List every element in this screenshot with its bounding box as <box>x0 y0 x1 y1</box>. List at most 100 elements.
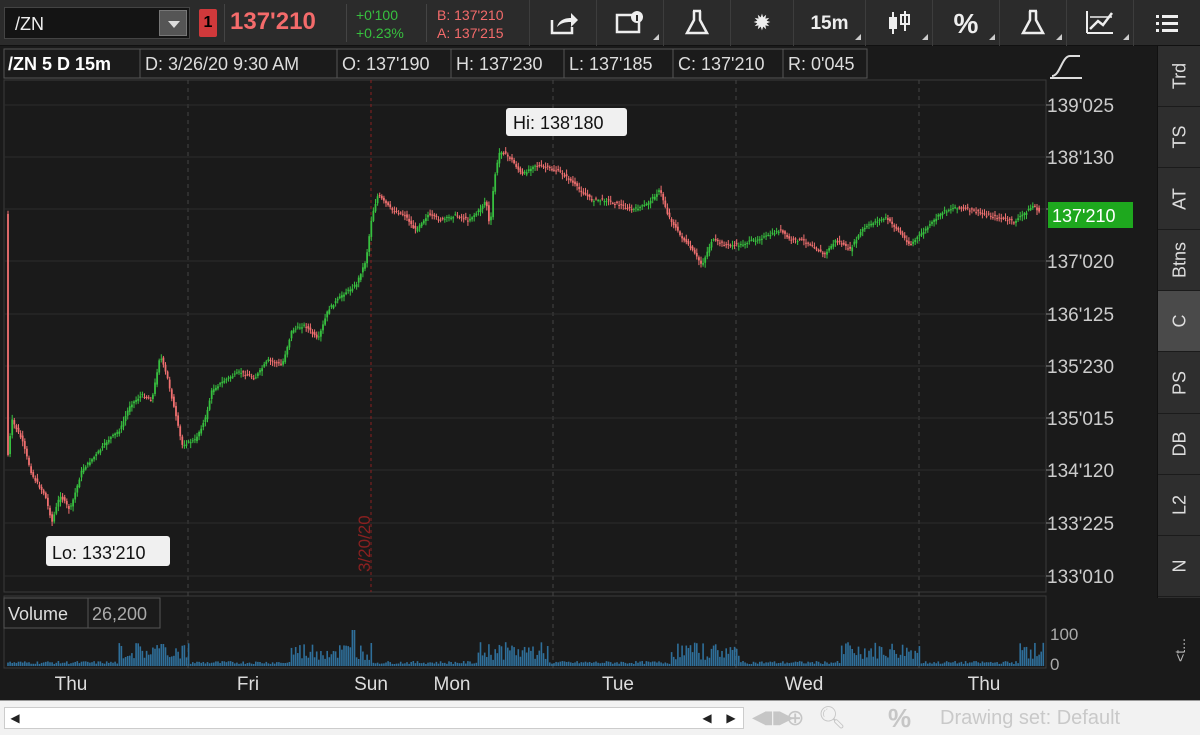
volume-bar <box>439 661 442 666</box>
candle-body <box>845 243 847 246</box>
studies-button[interactable] <box>663 0 730 46</box>
volume-bar <box>607 661 610 666</box>
crosshair-icon[interactable]: ⊕ <box>786 705 804 731</box>
candle-body <box>767 234 770 236</box>
candle-body <box>540 164 543 166</box>
symbol-period-label: /ZN 5 D 15m <box>8 54 111 74</box>
tab-l2[interactable]: L2 <box>1158 475 1200 537</box>
volume-bar <box>576 661 578 666</box>
candle-body <box>882 219 885 221</box>
volume-axis-tick: 100 <box>1050 625 1078 644</box>
tab-trd[interactable]: Trd <box>1158 46 1200 107</box>
candle-body <box>605 201 608 203</box>
panel-collapse-toggle[interactable]: <t... <box>1160 620 1200 680</box>
net-change: +0'100 <box>356 7 398 23</box>
volume-bar <box>93 661 95 666</box>
candle-body <box>437 219 440 221</box>
tab-c[interactable]: C <box>1158 291 1200 353</box>
tab-ts[interactable]: TS <box>1158 107 1200 169</box>
scroll-left-icon[interactable]: ◀ <box>7 708 23 728</box>
volume-bar <box>309 651 312 666</box>
volume-bar <box>145 650 148 666</box>
candle-body <box>488 205 490 222</box>
candle-body <box>124 415 127 422</box>
scroll-right-icon[interactable]: ▶ <box>723 708 739 728</box>
candle-body <box>580 190 583 193</box>
candle-body <box>359 274 362 280</box>
link-group-badge[interactable]: 1 <box>199 9 217 37</box>
horizontal-scrollbar[interactable]: ◀ ◀ ▶ <box>4 707 744 729</box>
volume-bar <box>677 643 679 666</box>
volume-bar <box>114 661 116 666</box>
price-chart[interactable]: 3/20/20 139'025 138'130 137'020 136'125 135'… <box>0 46 1155 698</box>
volume-bar <box>1015 661 1017 666</box>
candle-body <box>912 241 914 244</box>
volume-bar <box>368 659 370 666</box>
candle-body <box>135 400 137 402</box>
volume-bar <box>876 658 879 666</box>
candle-body <box>908 241 910 244</box>
menu-button[interactable] <box>1133 0 1200 46</box>
candle-body <box>229 377 232 379</box>
tab-at[interactable]: AT <box>1158 168 1200 230</box>
volume-bar <box>912 658 914 666</box>
volume-bar <box>21 662 24 666</box>
volume-bar <box>824 661 826 666</box>
candle-body <box>761 238 763 240</box>
volume-bar <box>1029 649 1032 666</box>
volume-bar <box>137 643 139 666</box>
candle-body <box>341 295 343 298</box>
candle-body <box>265 361 268 364</box>
candle-body <box>649 200 652 204</box>
symbol-dropdown-button[interactable] <box>159 10 187 36</box>
candle-body <box>395 210 398 212</box>
candle-body <box>166 371 169 379</box>
candle-body <box>847 248 849 250</box>
symbol-selector[interactable]: /ZN <box>4 7 190 39</box>
candle-body <box>607 199 610 201</box>
percentage-button[interactable]: % <box>932 0 999 46</box>
timeframe-button[interactable]: 15m <box>793 0 865 46</box>
share-button[interactable] <box>529 0 596 46</box>
chart-info-button[interactable] <box>596 0 663 46</box>
volume-bar <box>775 663 778 666</box>
volume-bar <box>28 662 30 666</box>
zoom-icon[interactable]: 🔍︎ <box>818 705 846 731</box>
candle-body <box>38 484 41 488</box>
candle-body <box>758 239 761 241</box>
volume-bar <box>851 648 853 666</box>
volume-bar <box>59 663 62 666</box>
study-picker-button[interactable] <box>999 0 1066 46</box>
drawing-set-selector[interactable]: Drawing set: Default <box>940 707 1120 730</box>
volume-bar <box>1019 643 1021 666</box>
symbol-input[interactable]: /ZN <box>15 14 44 35</box>
candle-body <box>307 326 310 329</box>
volume-bar <box>941 663 944 666</box>
chart-area[interactable]: 3/20/20 139'025 138'130 137'020 136'125 135'… <box>0 46 1155 698</box>
drawings-button[interactable] <box>1066 0 1133 46</box>
candle-body <box>53 514 56 522</box>
candle-body <box>23 441 26 449</box>
settings-button[interactable]: ✹ <box>730 0 793 46</box>
chart-style-button[interactable] <box>865 0 932 46</box>
candle-body <box>370 220 373 237</box>
candle-body <box>599 200 602 202</box>
candle-body <box>261 368 263 372</box>
tab-n[interactable]: N <box>1158 536 1200 598</box>
candle-body <box>160 358 163 360</box>
candle-body <box>347 289 350 291</box>
volume-bar <box>628 662 631 666</box>
candle-body <box>105 442 108 446</box>
tab-db[interactable]: DB <box>1158 413 1200 475</box>
volume-bar <box>668 663 671 666</box>
tab-ps[interactable]: PS <box>1158 352 1200 414</box>
scroll-back-icon[interactable]: ◀ <box>699 708 715 728</box>
percent-icon[interactable]: % <box>888 703 911 734</box>
divider <box>426 4 427 42</box>
candle-body <box>284 354 287 363</box>
candle-body <box>679 231 681 235</box>
chart-mode-icon[interactable] <box>1050 50 1082 79</box>
tab-btns[interactable]: Btns <box>1158 229 1200 291</box>
volume-bar <box>257 661 259 666</box>
candle-body <box>110 437 112 439</box>
